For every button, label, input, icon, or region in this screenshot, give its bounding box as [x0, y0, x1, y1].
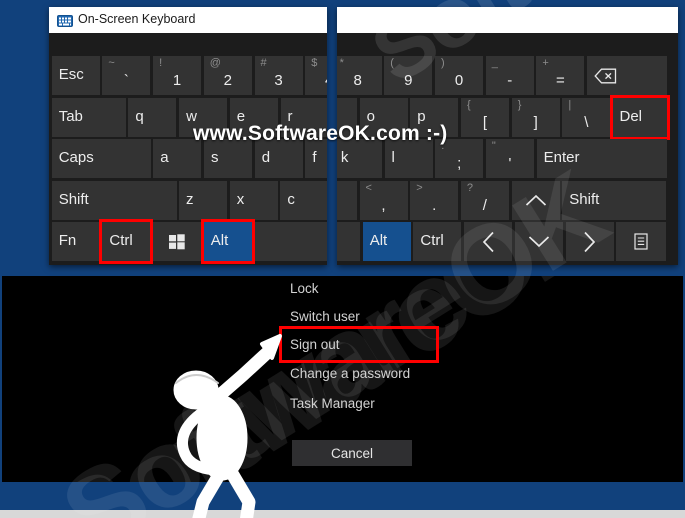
key-secondary-label: !: [159, 57, 163, 69]
key-backslash[interactable]: | \: [562, 97, 611, 137]
key-equals[interactable]: + =: [536, 56, 585, 95]
backspace-icon: [587, 56, 667, 95]
key-fn[interactable]: Fn: [51, 222, 100, 261]
key-4[interactable]: $4: [305, 56, 327, 95]
window-titlebar-left: On-Screen Keyboard: [49, 7, 327, 33]
key-q[interactable]: q: [128, 97, 177, 137]
key-del[interactable]: Del: [612, 97, 667, 137]
key-label: x: [236, 190, 245, 208]
key-x[interactable]: x: [229, 180, 278, 220]
key-space-right[interactable]: [337, 222, 361, 261]
key-minus[interactable]: _ -: [485, 56, 534, 95]
key-bracket-right[interactable]: }]: [511, 97, 560, 137]
key-label: l: [391, 149, 395, 166]
security-option-change-password[interactable]: Change a password: [290, 366, 410, 381]
key-secondary-label: @: [209, 57, 221, 69]
security-option-lock[interactable]: Lock: [290, 281, 319, 296]
sign-out-highlight-box: [279, 326, 439, 363]
screenshot-root: SoftwareOK SoftwareOK Lock Switch user S…: [0, 0, 685, 518]
key-label: z: [186, 190, 194, 208]
key-label: Del: [619, 107, 643, 125]
key-2[interactable]: @2: [203, 56, 252, 95]
key-label: Alt: [210, 232, 229, 249]
key-secondary-label: $: [311, 57, 318, 69]
key-secondary-label: +: [542, 57, 549, 69]
key-backspace[interactable]: [587, 56, 667, 95]
key-windows[interactable]: [153, 222, 202, 261]
key-secondary-label: _: [491, 57, 498, 69]
key-label: \: [584, 113, 589, 131]
key-secondary-label: }: [517, 98, 522, 111]
key-1[interactable]: ! 1: [153, 56, 202, 95]
key-label: Shift: [58, 190, 89, 208]
key-shift-left[interactable]: Shift: [51, 180, 177, 220]
key-label: q: [135, 107, 144, 125]
key-label: s: [211, 149, 219, 166]
keyboard-keys-area-left: Esc~`!1@2#3$4TabqwerCapsasdfShiftzxcFnCt…: [49, 33, 327, 265]
key-label: `: [123, 72, 129, 89]
key-secondary-label: |: [568, 98, 572, 111]
window-title: On-Screen Keyboard: [78, 12, 196, 26]
key-label: 1: [172, 72, 182, 89]
key-label: -: [507, 72, 513, 89]
security-option-switch-user[interactable]: Switch user: [290, 309, 360, 324]
key-label: k: [340, 149, 349, 166]
watermark-url: www.SoftwareOK.com :-): [193, 122, 448, 145]
keyboard-icon: [57, 14, 73, 27]
key-esc[interactable]: Esc: [51, 56, 100, 95]
key-label: 3: [274, 72, 283, 89]
windows-icon: [153, 222, 201, 261]
key-label: Fn: [58, 232, 77, 249]
key-space-left[interactable]: [254, 222, 327, 261]
key-tab[interactable]: Tab: [51, 97, 126, 137]
key-label: [: [482, 113, 488, 131]
key-secondary-label: ": [491, 140, 496, 152]
key-label: f: [312, 149, 317, 166]
key-secondary-label: *: [339, 57, 344, 69]
key-label: ]: [533, 113, 538, 131]
key-8[interactable]: * 8: [337, 56, 382, 95]
key-secondary-label: #: [260, 57, 267, 69]
key-label: Esc: [58, 66, 84, 83]
key-label: a: [160, 149, 169, 166]
key-label: Alt: [369, 232, 388, 249]
key-label: .: [432, 196, 437, 214]
key-comma[interactable]: <,: [359, 180, 408, 220]
key-label: 2: [223, 72, 232, 89]
key-alt-left[interactable]: Alt: [203, 222, 252, 261]
key-m[interactable]: m: [337, 180, 357, 220]
security-option-task-manager[interactable]: Task Manager: [290, 396, 375, 411]
key-label: =: [556, 72, 565, 89]
key-secondary-label: ~: [108, 57, 115, 69]
key-ctrl-left[interactable]: Ctrl: [102, 222, 151, 261]
key-label: ;: [457, 155, 462, 172]
key-c[interactable]: c: [280, 180, 327, 220]
key-label: Caps: [58, 149, 94, 166]
key-label: 8: [353, 72, 362, 89]
key-label: Tab: [58, 107, 83, 125]
key-3[interactable]: #3: [254, 56, 303, 95]
cancel-button[interactable]: Cancel: [292, 440, 412, 466]
key-backtick[interactable]: ~ `: [102, 56, 151, 95]
key-label: 4: [305, 72, 327, 89]
key-label: d: [261, 149, 271, 166]
key-label: ,: [381, 196, 386, 214]
key-secondary-label: <: [365, 181, 372, 194]
key-label: c: [287, 190, 295, 208]
key-z[interactable]: z: [179, 180, 227, 220]
key-label: Ctrl: [109, 232, 133, 249]
key-caps[interactable]: Caps: [51, 139, 151, 178]
key-secondary-label: {: [467, 98, 471, 111]
key-secondary-label: ?: [466, 181, 474, 194]
key-secondary-label: >: [416, 181, 423, 194]
key-bracket-left[interactable]: {[: [461, 97, 509, 137]
